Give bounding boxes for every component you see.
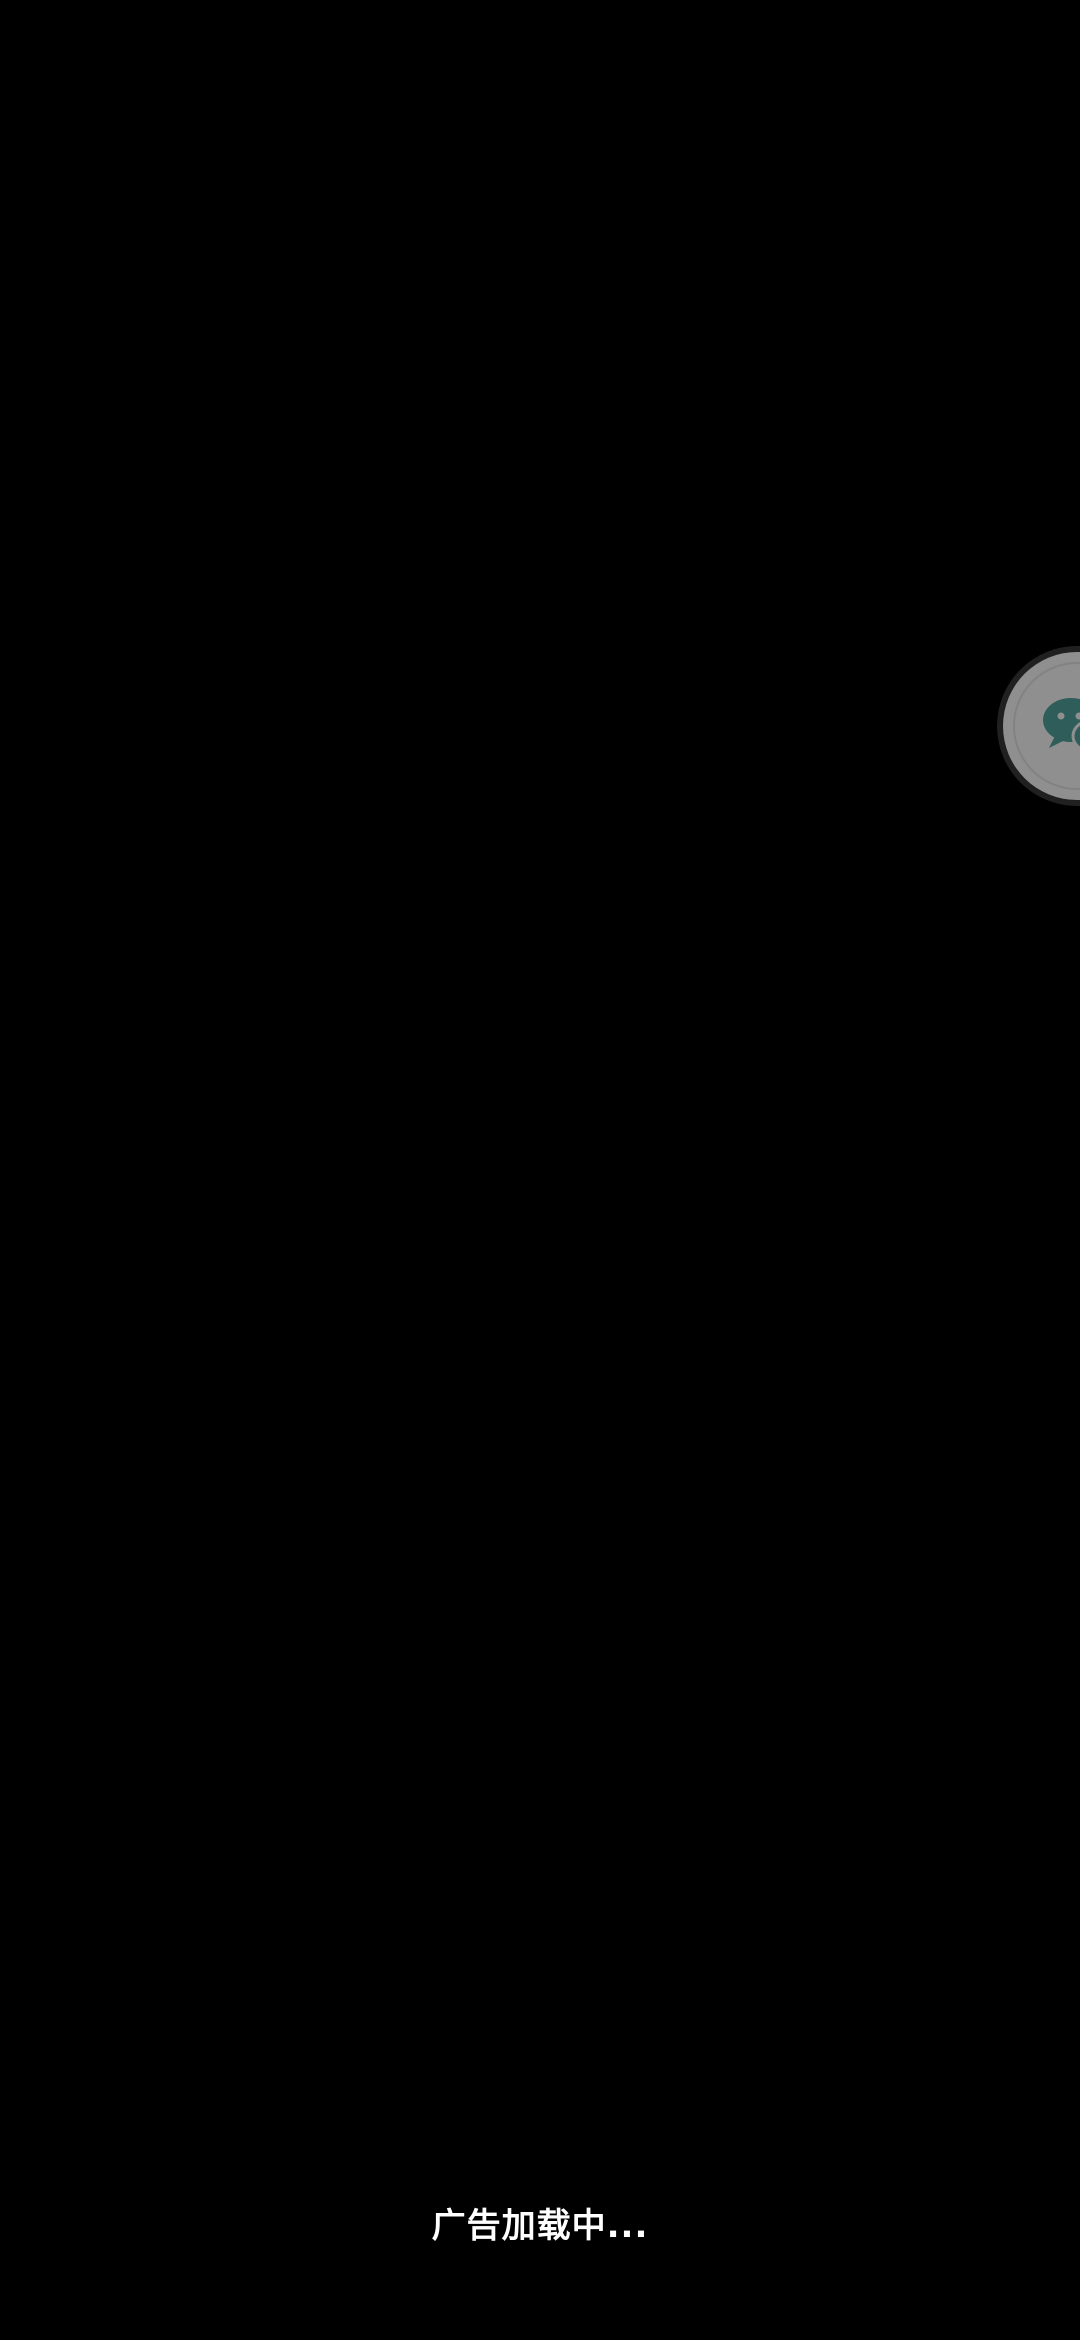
floating-chat-button[interactable]	[1003, 652, 1080, 800]
ad-loading-screen: 广告加载中...	[0, 0, 1080, 2340]
wechat-chat-icon	[1043, 698, 1080, 750]
ad-loading-label: 广告加载中...	[431, 2206, 649, 2246]
